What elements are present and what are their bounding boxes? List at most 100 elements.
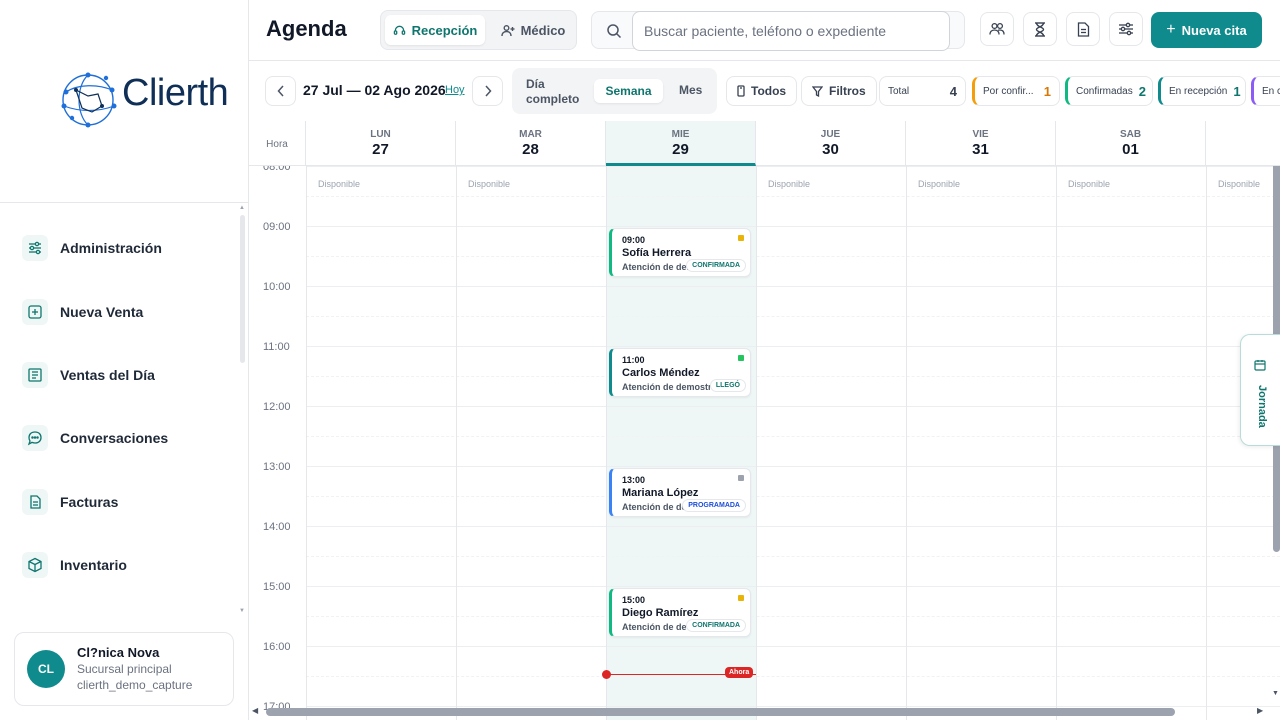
stat-in-consult[interactable]: En co — [1251, 76, 1280, 106]
scroll-down-icon[interactable]: ▼ — [1272, 690, 1279, 697]
hour-label: 11:00 — [263, 341, 290, 353]
day-number: 01 — [1122, 141, 1139, 158]
stat-label: Por confir... — [983, 85, 1034, 97]
hourglass-icon — [1035, 21, 1045, 37]
available-slot[interactable]: Disponible — [318, 179, 360, 189]
day-name: JUE — [820, 129, 841, 140]
clinic-name: Cl?nica Nova — [77, 645, 160, 660]
today-link[interactable]: Hoy — [445, 84, 465, 96]
sidebar-item-inventario[interactable]: Inventario — [22, 547, 227, 583]
sidebar-divider — [0, 202, 249, 203]
sidebar-scrollbar[interactable] — [240, 215, 245, 363]
invoice-icon — [22, 489, 48, 515]
day-number: 30 — [822, 141, 839, 158]
next-week-button[interactable] — [472, 76, 503, 106]
sidebar-item-nueva-venta[interactable]: Nueva Venta — [22, 294, 227, 330]
sidebar-scroll-down-icon[interactable]: ▼ — [239, 608, 245, 614]
half-hour-line — [306, 256, 1280, 257]
filters-button[interactable]: Filtros — [801, 76, 877, 106]
sidebar-item-conversaciones[interactable]: Conversaciones — [22, 420, 227, 456]
hour-line — [306, 586, 1280, 587]
day-name: MIE — [671, 129, 690, 140]
day-header-mon[interactable]: LUN 27 — [306, 121, 456, 166]
appointment-card[interactable]: 09:00 Sofía Herrera Atención de demostra… — [609, 228, 751, 277]
patients-button[interactable] — [980, 12, 1014, 46]
mobile-icon — [737, 85, 745, 97]
appointment-patient: Diego Ramírez — [622, 607, 699, 619]
stat-in-reception[interactable]: En recepción 1 — [1158, 76, 1246, 106]
search-input[interactable] — [632, 11, 950, 51]
chat-icon — [22, 425, 48, 451]
day-header-sun[interactable] — [1206, 121, 1280, 166]
stat-pending[interactable]: Por confir... 1 — [972, 76, 1060, 106]
appointment-card[interactable]: 15:00 Diego Ramírez Atención de demostra… — [609, 588, 751, 637]
calendar-toolbar: 27 Jul — 02 Ago 2026 Hoy Día completo Se… — [249, 60, 1280, 121]
appointment-card[interactable]: 11:00 Carlos Méndez Atención de demostra… — [609, 348, 751, 397]
chevron-left-icon — [276, 85, 284, 97]
all-doctors-button[interactable]: Todos — [726, 76, 798, 106]
stat-confirmed[interactable]: Confirmadas 2 — [1065, 76, 1153, 106]
status-badge: CONFIRMADA — [686, 619, 746, 632]
day-header-fri[interactable]: VIE 31 — [906, 121, 1056, 166]
stat-count: 1 — [1043, 83, 1051, 99]
brand-logo[interactable]: Clierth — [58, 62, 238, 136]
sidebar-scroll-up-icon[interactable]: ▲ — [239, 205, 245, 211]
available-slot[interactable]: Disponible — [768, 179, 810, 189]
status-dot — [738, 595, 744, 601]
sidebar-item-facturas[interactable]: Facturas — [22, 484, 227, 520]
day-header-wed[interactable]: MIE 29 — [606, 121, 756, 166]
hour-column-header: Hora — [249, 121, 306, 166]
sidebar-item-ventas-del-dia[interactable]: Ventas del Día — [22, 357, 227, 393]
new-appointment-button[interactable]: + Nueva cita — [1151, 12, 1262, 48]
appointment-time: 09:00 — [622, 235, 646, 245]
all-label: Todos — [751, 84, 787, 98]
half-hour-line — [306, 316, 1280, 317]
view-week-button[interactable]: Semana — [594, 79, 663, 103]
hour-line — [306, 406, 1280, 407]
appointment-patient: Carlos Méndez — [622, 367, 700, 379]
status-dot — [738, 475, 744, 481]
jornada-side-tab[interactable]: Jornada — [1240, 334, 1280, 446]
day-header-thu[interactable]: JUE 30 — [756, 121, 906, 166]
day-number: 27 — [372, 141, 389, 158]
waiting-list-button[interactable] — [1023, 12, 1057, 46]
page-title: Agenda — [266, 16, 347, 41]
date-range: 27 Jul — 02 Ago 2026 — [303, 82, 446, 98]
stat-count: 4 — [949, 83, 957, 99]
stat-label: Confirmadas — [1076, 85, 1133, 97]
status-badge: LLEGÓ — [709, 379, 746, 392]
prev-week-button[interactable] — [265, 76, 296, 106]
sidebar-item-administracion[interactable]: Administración — [22, 230, 227, 266]
stat-total[interactable]: Total 4 — [879, 76, 966, 106]
available-slot[interactable]: Disponible — [918, 179, 960, 189]
sidebar-item-label: Conversaciones — [60, 430, 169, 446]
sidebar-item-label: Administración — [60, 240, 162, 256]
clinic-branch: Sucursal principal — [77, 662, 172, 676]
view-month-button[interactable]: Mes — [679, 83, 702, 97]
clinic-card[interactable]: CL Cl?nica Nova Sucursal principal clier… — [14, 632, 234, 706]
calendar-grid: 08:00 09:00 10:00 11:00 12:00 13:00 14:0… — [249, 161, 1280, 720]
appointment-card[interactable]: 13:00 Mariana López Atención de demostra… — [609, 468, 751, 517]
scroll-right-icon[interactable]: ▶ — [1257, 706, 1263, 715]
appointment-description: Atención de demostración — [622, 382, 712, 392]
hour-line — [306, 286, 1280, 287]
hour-label: 12:00 — [263, 401, 291, 413]
view-day-button[interactable]: Día completo — [526, 77, 582, 107]
appointment-patient: Sofía Herrera — [622, 247, 692, 259]
scroll-left-icon[interactable]: ◀ — [252, 706, 258, 715]
plus-icon: + — [1166, 21, 1176, 38]
day-header-tue[interactable]: MAR 28 — [456, 121, 606, 166]
hour-line — [306, 526, 1280, 527]
day-header-sat[interactable]: SAB 01 — [1056, 121, 1206, 166]
horizontal-scrollbar[interactable] — [266, 708, 1175, 716]
reports-button[interactable] — [1066, 12, 1100, 46]
day-column-divider — [1206, 166, 1207, 720]
available-slot[interactable]: Disponible — [1218, 179, 1260, 189]
mode-reception-label: Recepción — [411, 22, 478, 38]
mode-doctor-button[interactable]: Médico — [493, 15, 573, 45]
available-slot[interactable]: Disponible — [468, 179, 510, 189]
hour-line — [306, 166, 1280, 167]
available-slot[interactable]: Disponible — [1068, 179, 1110, 189]
settings-button[interactable] — [1109, 12, 1143, 46]
mode-reception-button[interactable]: Recepción — [385, 15, 485, 45]
